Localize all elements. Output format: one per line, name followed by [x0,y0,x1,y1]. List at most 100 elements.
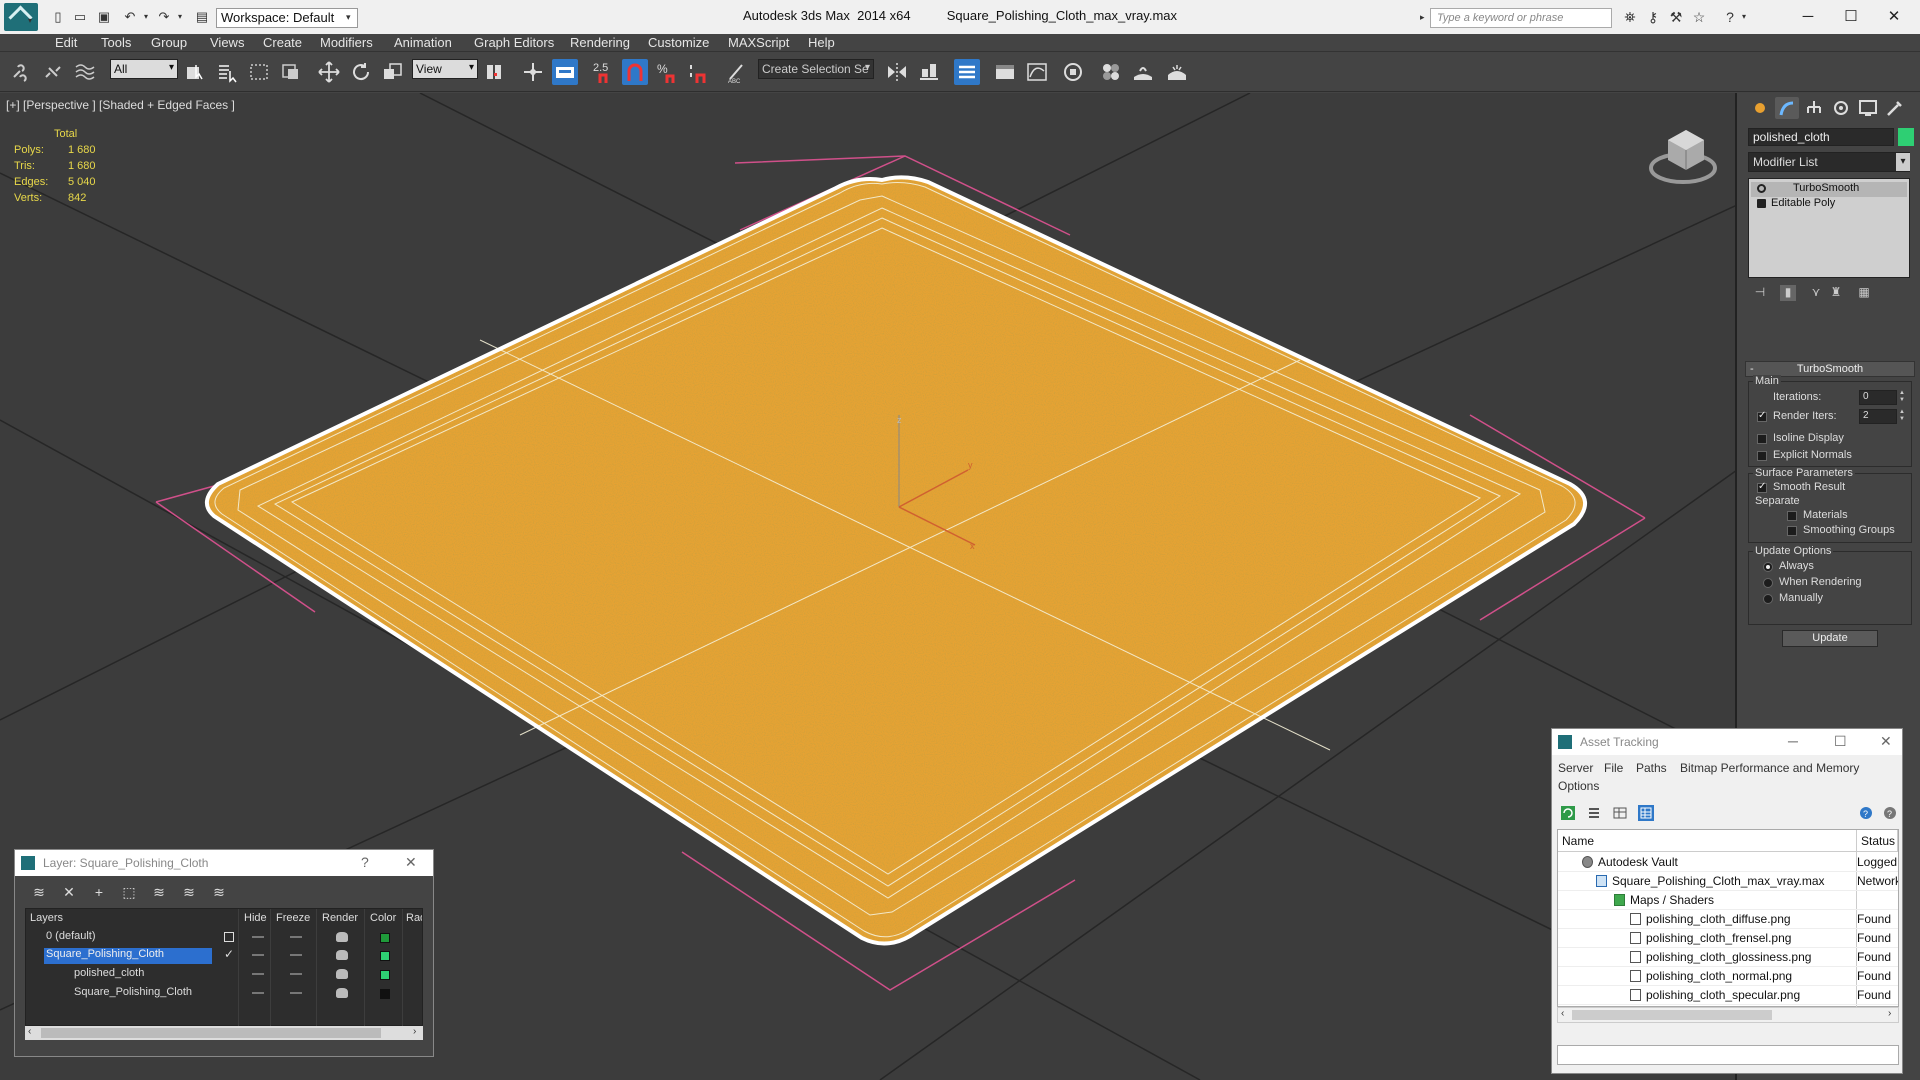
binoculars-icon[interactable]: ⛯ [1622,9,1638,25]
spinner-arrows-icon[interactable]: ▲ ▼ [1899,409,1907,424]
viewport-label[interactable]: [+] [Perspective ] [Shaded + Edged Faces… [6,98,235,112]
object-color-swatch[interactable] [1898,128,1914,146]
table-view-icon[interactable] [1612,805,1628,821]
explicit-normals-checkbox[interactable] [1757,451,1767,461]
scroll-left-icon[interactable]: ‹ [28,1026,31,1037]
close-icon[interactable]: ✕ [1880,733,1892,750]
vault-help-icon[interactable]: ? [1858,805,1874,821]
scroll-left-icon[interactable]: ‹ [1561,1008,1564,1019]
refresh-icon[interactable] [1560,805,1576,821]
freeze-toggle-icon[interactable] [290,973,302,975]
active-layer-box-icon[interactable] [224,932,234,942]
horizontal-scrollbar[interactable]: ‹ › [1557,1007,1899,1023]
menu-edit[interactable]: Edit [55,35,77,50]
menu-customize[interactable]: Customize [648,35,709,50]
menu-maxscript[interactable]: MAXScript [728,35,789,50]
freeze-all-layers-icon[interactable]: ≋ [209,882,229,902]
close-icon[interactable]: ✕ [405,854,417,871]
pin-stack-icon[interactable]: ⊣ [1752,285,1768,301]
utilities-tab-icon[interactable] [1883,97,1907,119]
rectangular-selection-icon[interactable] [246,59,272,85]
asset-row-diffuse[interactable]: polishing_cloth_diffuse.png Found [1558,910,1898,929]
make-unique-icon[interactable]: ⋎ [1808,285,1824,301]
menu-graph-editors[interactable]: Graph Editors [474,35,554,50]
menu-server[interactable]: Server [1558,761,1593,775]
schematic-view-icon[interactable] [1060,59,1086,85]
asset-row-max-file[interactable]: Square_Polishing_Cloth_max_vray.max Netw… [1558,872,1898,891]
render-teapot-icon[interactable] [336,950,348,960]
spinner-snap-toggle-icon[interactable] [686,59,712,85]
menu-tools[interactable]: Tools [101,35,131,50]
layer-row-polished-cloth[interactable]: polished_cloth [28,966,422,984]
viewcube-icon[interactable] [1649,130,1717,184]
layer-color-swatch[interactable] [380,933,390,943]
scroll-right-icon[interactable]: › [1888,1008,1891,1019]
curve-editor-icon[interactable] [1024,59,1050,85]
configure-modifier-sets-icon[interactable]: ▦ [1856,285,1872,301]
menu-group[interactable]: Group [151,35,187,50]
scroll-right-icon[interactable]: › [413,1026,416,1037]
favorites-star-icon[interactable]: ☆ [1691,9,1707,25]
search-input[interactable]: Type a keyword or phrase [1430,8,1612,28]
maximize-icon[interactable]: ☐ [1831,6,1871,28]
select-by-name-icon[interactable] [214,59,240,85]
display-tab-icon[interactable] [1856,97,1880,119]
scrollbar-thumb[interactable] [1572,1010,1772,1020]
freeze-toggle-icon[interactable] [290,992,302,994]
layer-row-default[interactable]: 0 (default) [28,929,422,947]
update-when-rendering-radio[interactable] [1763,578,1773,588]
menu-bitmap-performance[interactable]: Bitmap Performance and Memory [1680,761,1859,775]
active-layer-check-icon[interactable]: ✓ [224,947,234,961]
select-objects-icon[interactable]: ⬚ [119,882,139,902]
asset-row-maps-shaders[interactable]: Maps / Shaders [1558,891,1898,910]
show-end-result-icon[interactable]: ▮ [1780,285,1796,301]
close-icon[interactable]: ✕ [1874,6,1914,28]
hide-toggle-icon[interactable] [252,973,264,975]
column-header-render[interactable]: Render [322,912,358,924]
layer-window-titlebar[interactable]: Layer: Square_Polishing_Cloth ? ✕ [15,850,433,876]
modify-tab-icon[interactable] [1775,97,1799,119]
hide-all-layers-icon[interactable]: ≋ [179,882,199,902]
context-help-icon[interactable]: ? [1882,805,1898,821]
scale-icon[interactable] [380,59,406,85]
column-header-name[interactable]: Name [1558,830,1857,852]
material-editor-icon[interactable] [1098,59,1124,85]
layer-row-square-polishing-cloth-object[interactable]: Square_Polishing_Cloth [28,985,422,1003]
render-setup-icon[interactable] [1130,59,1156,85]
lightbulb-icon[interactable] [1757,184,1766,193]
layer-color-swatch[interactable] [380,951,390,961]
asset-row-vault[interactable]: Autodesk Vault Logged O [1558,853,1898,872]
render-production-icon[interactable] [1164,59,1190,85]
asset-row-glossiness[interactable]: polishing_cloth_glossiness.png Found [1558,948,1898,967]
hide-toggle-icon[interactable] [252,992,264,994]
render-teapot-icon[interactable] [336,932,348,942]
highlight-layer-icon[interactable]: ≋ [149,882,169,902]
align-icon[interactable] [916,59,942,85]
column-header-hide[interactable]: Hide [244,912,267,924]
keyboard-shortcut-override-icon[interactable] [552,59,578,85]
update-always-radio[interactable] [1763,562,1773,572]
asset-path-field[interactable] [1557,1045,1899,1065]
subscription-key-icon[interactable]: ⚷ [1645,9,1661,25]
layer-color-swatch[interactable] [380,989,390,999]
select-object-icon[interactable] [182,59,208,85]
menu-help[interactable]: Help [808,35,835,50]
ribbon-toggle-icon[interactable] [992,59,1018,85]
bind-space-warp-icon[interactable] [72,59,98,85]
menu-rendering[interactable]: Rendering [570,35,630,50]
hide-toggle-icon[interactable] [252,954,264,956]
menu-views[interactable]: Views [210,35,244,50]
minimize-icon[interactable]: ─ [1788,6,1828,28]
reference-coordinate-dropdown[interactable]: View [412,59,478,79]
render-teapot-icon[interactable] [336,988,348,998]
add-to-layer-icon[interactable]: + [89,882,109,902]
remove-modifier-icon[interactable]: ♜ [1828,285,1844,301]
freeze-toggle-icon[interactable] [290,936,302,938]
menu-options[interactable]: Options [1558,779,1599,793]
update-manually-radio[interactable] [1763,594,1773,604]
menu-animation[interactable]: Animation [394,35,452,50]
iterations-spinner[interactable]: 0 [1859,390,1897,405]
layer-row-square-polishing-cloth[interactable]: Square_Polishing_Cloth ✓ [28,947,422,965]
select-manipulate-icon[interactable] [520,59,546,85]
percent-snap-toggle-icon[interactable]: % [654,59,680,85]
